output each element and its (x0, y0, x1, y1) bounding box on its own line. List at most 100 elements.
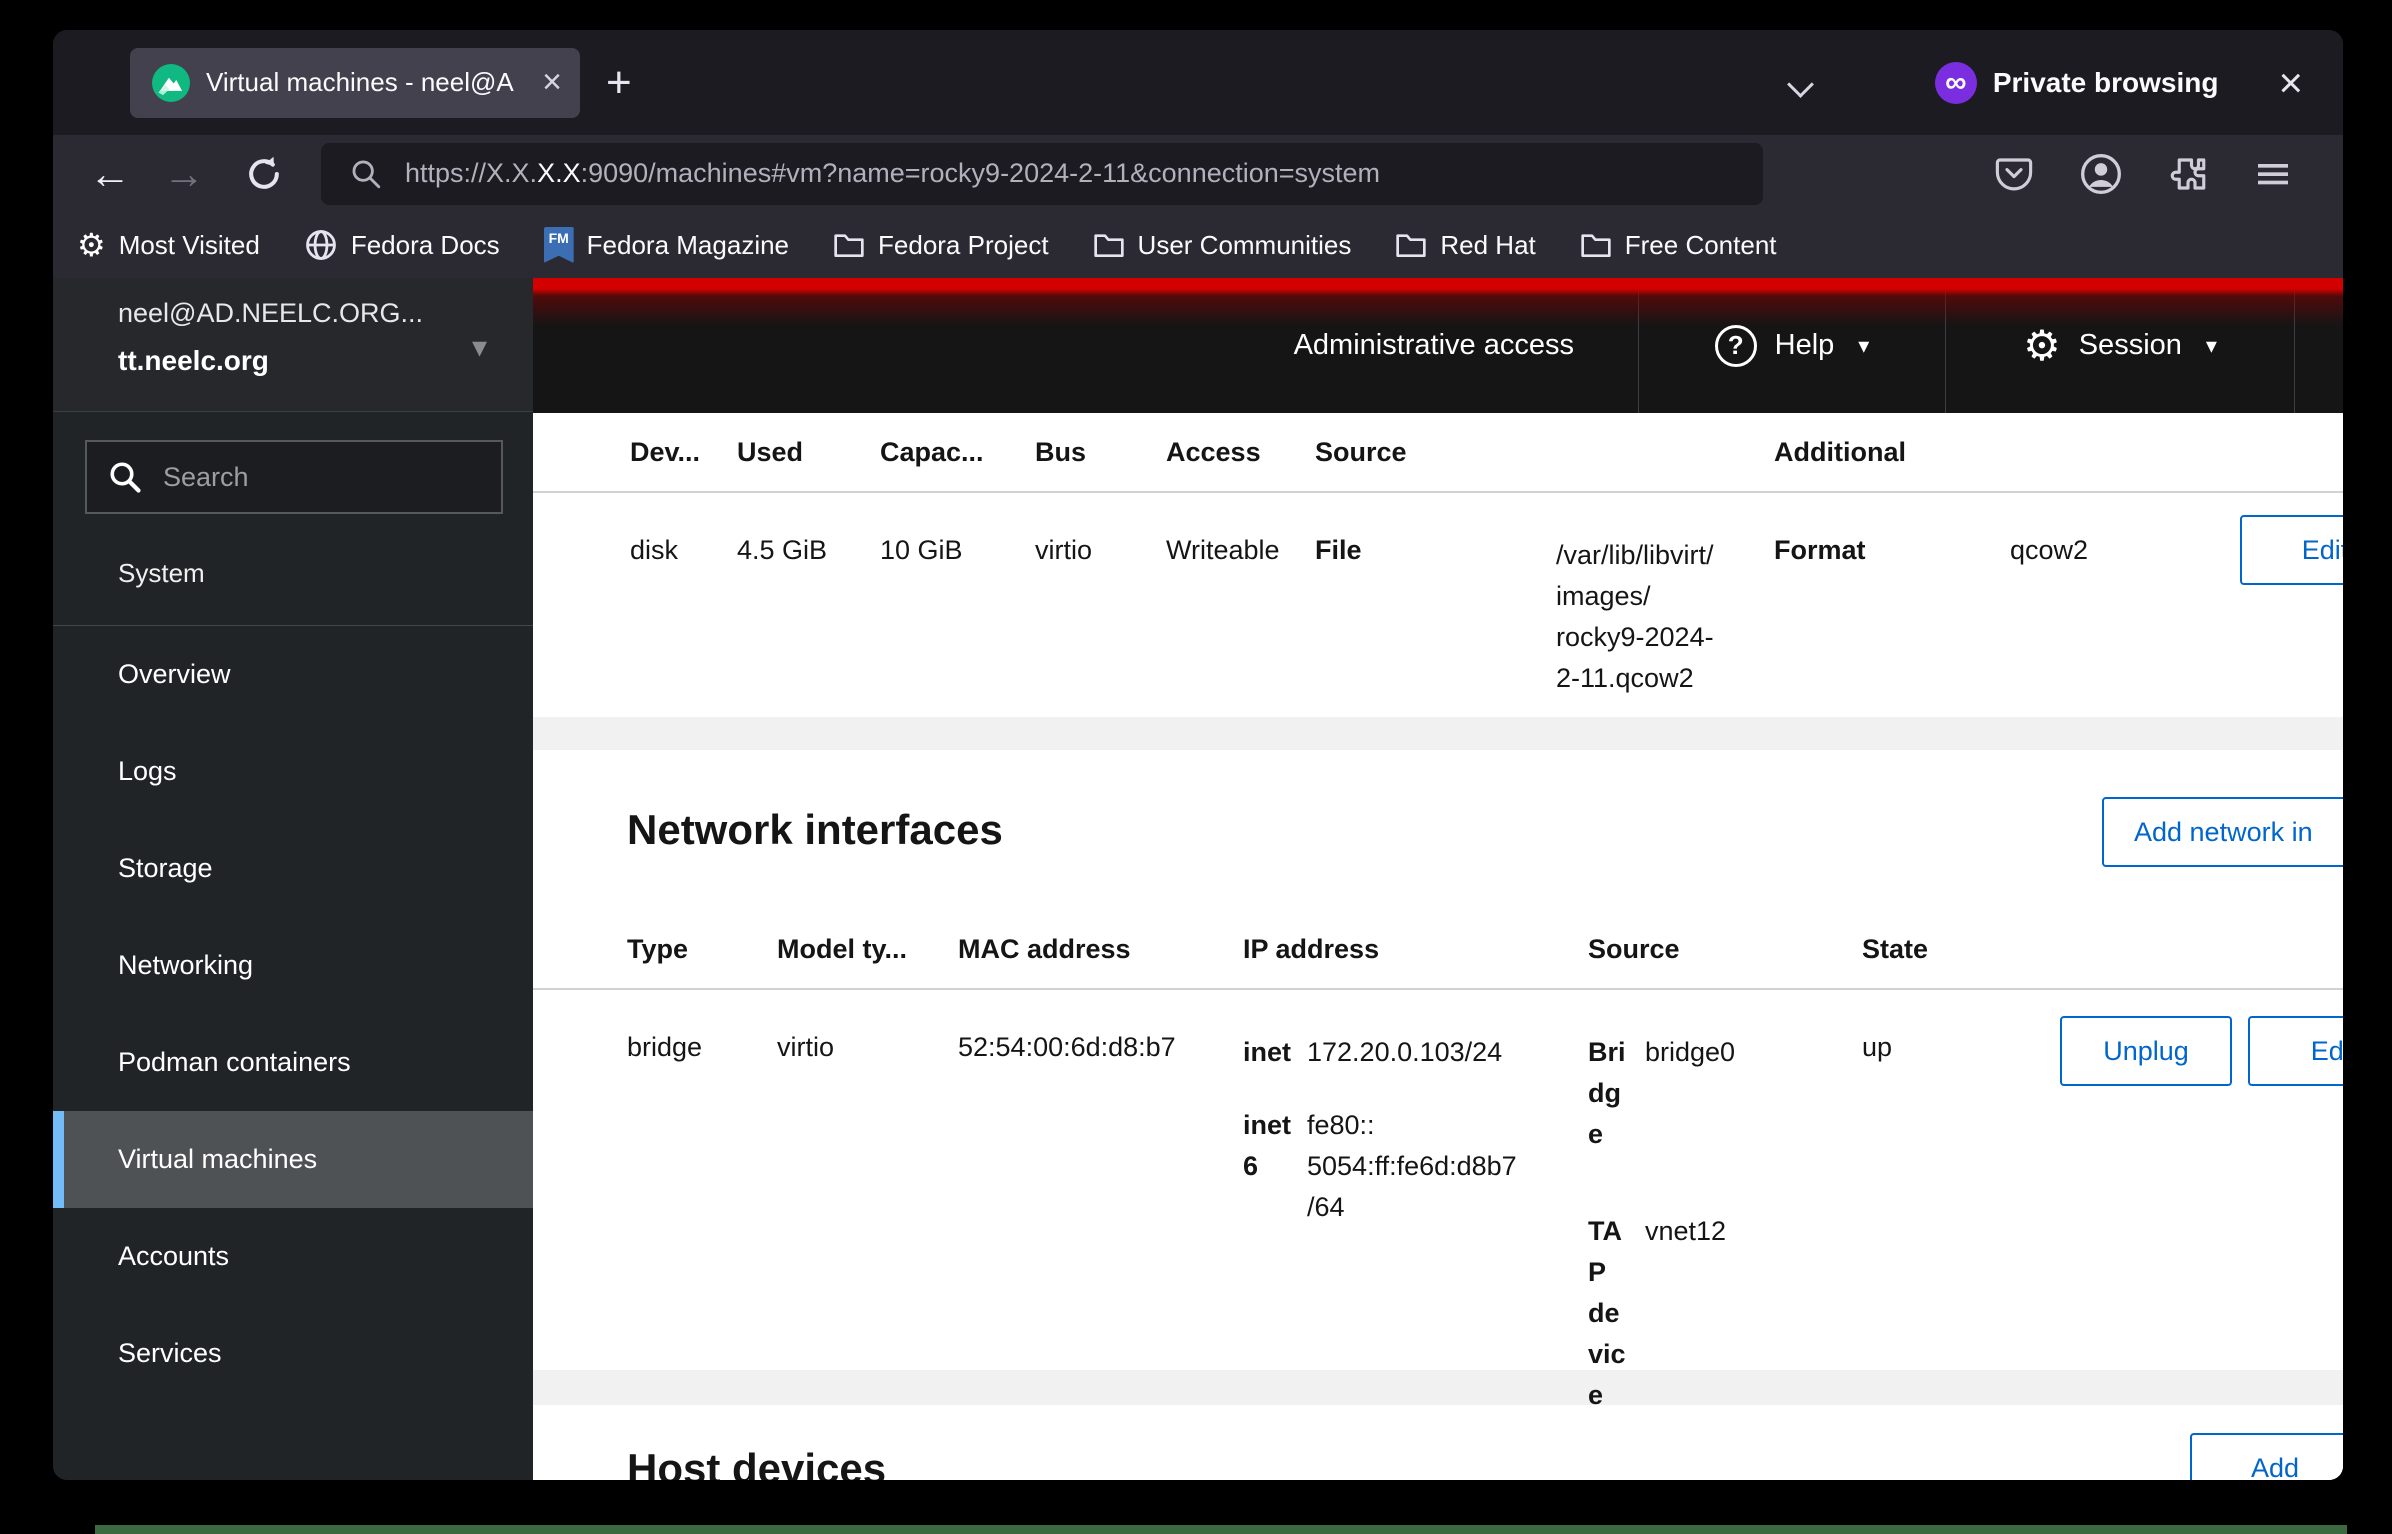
window-close-button[interactable]: × (2278, 62, 2303, 104)
col-used: Used (737, 437, 880, 468)
pocket-icon[interactable] (1993, 153, 2035, 195)
ipv4-label: inet (1243, 1032, 1307, 1073)
disk-edit-button[interactable]: Edit (2240, 515, 2343, 585)
bookmark-fedora-project[interactable]: Fedora Project (833, 230, 1049, 261)
unplug-button[interactable]: Unplug (2060, 1016, 2232, 1086)
nic-edit-button[interactable]: Edit (2248, 1016, 2343, 1086)
col-device: Dev... (630, 437, 737, 468)
host-switcher[interactable]: neel@AD.NEELC.ORG... tt.neelc.org ▾ (53, 278, 533, 412)
bookmark-label: Red Hat (1440, 230, 1535, 261)
reload-button[interactable] (235, 152, 293, 196)
tab-close-icon[interactable]: × (542, 63, 562, 102)
tab-bar: Virtual machines - neel@A × + ∞ Private … (53, 30, 2343, 135)
label-line: Bri (1588, 1032, 1645, 1073)
search-input[interactable] (163, 462, 517, 493)
value-line: 5054:ff:fe6d:d8b7 (1307, 1146, 1517, 1187)
main-area: Administrative access ? Help ▾ ⚙ Session… (533, 278, 2343, 1480)
new-tab-button[interactable]: + (606, 58, 632, 108)
network-table-header: Type Model ty... MAC address IP address … (533, 910, 2343, 990)
bookmark-user-communities[interactable]: User Communities (1093, 230, 1352, 261)
browser-tab[interactable]: Virtual machines - neel@A × (130, 48, 580, 118)
bookmark-label: Fedora Magazine (587, 230, 789, 261)
network-interfaces-card: Network interfaces Add network in Type M… (533, 750, 2343, 1370)
path-line: /var/lib/libvirt/ (1556, 535, 1774, 576)
sidebar-item-podman-containers[interactable]: Podman containers (53, 1014, 533, 1111)
sidebar-item-virtual-machines[interactable]: Virtual machines (53, 1111, 533, 1208)
label-line: TA (1588, 1211, 1645, 1252)
account-icon[interactable] (2079, 152, 2123, 196)
menu-icon[interactable] (2253, 154, 2293, 194)
add-network-interface-button[interactable]: Add network in (2102, 797, 2343, 867)
add-host-device-button[interactable]: Add (2190, 1433, 2343, 1480)
sidebar-item-overview[interactable]: Overview (53, 626, 533, 723)
gear-icon: ⚙ (2023, 325, 2061, 367)
path-line: images/ (1556, 576, 1774, 617)
reload-icon (242, 152, 286, 196)
sidebar: neel@AD.NEELC.ORG... tt.neelc.org ▾ Syst… (53, 278, 533, 1480)
host-devices-title: Host devices (627, 1445, 886, 1480)
help-menu[interactable]: ? Help ▾ (1638, 278, 1945, 413)
sidebar-item-logs[interactable]: Logs (53, 723, 533, 820)
url-suffix: :9090/machines#vm?name=rocky9-2024-2-11&… (581, 158, 1380, 188)
bookmark-fedora-docs[interactable]: Fedora Docs (304, 228, 500, 262)
bookmark-fedora-magazine[interactable]: FM Fedora Magazine (544, 227, 789, 263)
value-line: fe80:: (1307, 1105, 1517, 1146)
col-mac: MAC address (958, 934, 1243, 965)
list-all-tabs-chevron-icon[interactable] (1789, 75, 1815, 91)
cockpit-page: neel@AD.NEELC.ORG... tt.neelc.org ▾ Syst… (53, 278, 2343, 1480)
nic-model: virtio (777, 1032, 958, 1063)
sidebar-item-networking[interactable]: Networking (53, 917, 533, 1014)
bookmark-label: User Communities (1138, 230, 1352, 261)
ipv6-label: inet 6 (1243, 1105, 1307, 1228)
screen: Virtual machines - neel@A × + ∞ Private … (0, 0, 2392, 1534)
disk-device: disk (630, 535, 737, 566)
sidebar-search[interactable] (85, 440, 503, 514)
masthead-left: Administrative access (533, 278, 1638, 413)
bridge-label: Bri dg e (1588, 1032, 1645, 1155)
bookmark-red-hat[interactable]: Red Hat (1395, 230, 1535, 261)
url-prefix: https://X.X. (405, 158, 537, 188)
search-icon (349, 157, 383, 191)
col-bus: Bus (1035, 437, 1166, 468)
url-bar[interactable]: https://X.X.X.X:9090/machines#vm?name=ro… (321, 143, 1763, 205)
private-browsing-badge: ∞ Private browsing (1935, 62, 2219, 104)
navbar-actions (1993, 152, 2293, 196)
label-line: e (1588, 1114, 1645, 1155)
forward-button[interactable]: → (155, 153, 213, 195)
gear-icon: ⚙ (77, 229, 106, 261)
sidebar-item-accounts[interactable]: Accounts (53, 1208, 533, 1305)
chevron-down-icon: ▾ (2206, 333, 2217, 359)
nic-ipv6: inet 6 fe80:: 5054:ff:fe6d:d8b7 /64 (1243, 1105, 1588, 1228)
sidebar-nav: Overview Logs Storage Networking Podman … (53, 626, 533, 1402)
network-interfaces-title: Network interfaces (627, 806, 1003, 854)
session-label: Session (2079, 329, 2182, 362)
bridge-value: bridge0 (1645, 1032, 1735, 1155)
globe-icon (304, 228, 338, 262)
masthead: Administrative access ? Help ▾ ⚙ Session… (533, 278, 2343, 413)
session-menu[interactable]: ⚙ Session ▾ (1945, 278, 2294, 413)
nic-mac: 52:54:00:6d:d8:b7 (958, 1032, 1243, 1063)
search-icon (107, 459, 143, 495)
label-line: dg (1588, 1073, 1645, 1114)
bookmark-most-visited[interactable]: ⚙ Most Visited (77, 229, 260, 261)
label-line: inet (1243, 1032, 1307, 1073)
disk-source-label: File (1315, 535, 1556, 566)
nic-state: up (1862, 1032, 2060, 1063)
bookmark-label: Most Visited (119, 230, 260, 261)
extensions-icon[interactable] (2167, 153, 2209, 195)
disk-access: Writeable (1166, 535, 1315, 566)
help-icon: ? (1715, 325, 1757, 367)
bookmark-label: Fedora Docs (351, 230, 500, 261)
nic-ipv4: inet 172.20.0.103/24 (1243, 1032, 1588, 1073)
tap-device-label: TA P de vic e (1588, 1211, 1645, 1416)
col-ip: IP address (1243, 934, 1588, 965)
sidebar-item-services[interactable]: Services (53, 1305, 533, 1402)
logged-in-user: neel@AD.NEELC.ORG... (118, 298, 503, 329)
ipv6-value: fe80:: 5054:ff:fe6d:d8b7 /64 (1307, 1105, 1517, 1228)
path-line: rocky9-2024- (1556, 617, 1774, 658)
sidebar-item-storage[interactable]: Storage (53, 820, 533, 917)
firefox-window: Virtual machines - neel@A × + ∞ Private … (53, 30, 2343, 1480)
bookmark-free-content[interactable]: Free Content (1580, 230, 1777, 261)
disks-card: Dev... Used Capac... Bus Access Source A… (533, 413, 2343, 717)
back-button[interactable]: ← (81, 153, 139, 195)
